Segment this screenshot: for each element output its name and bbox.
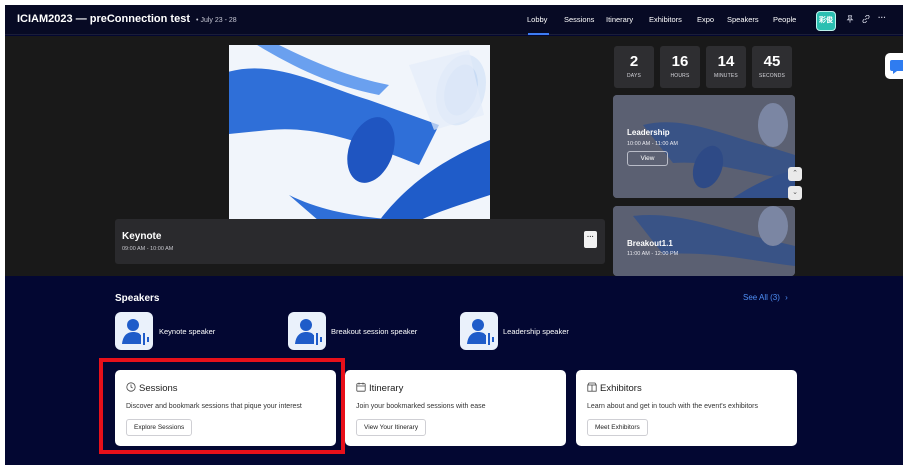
upcoming-session-leadership[interactable]: Leadership 10:00 AM - 11:00 AM View [613, 95, 795, 198]
speaker-icon [467, 319, 494, 345]
upcoming-session-breakout[interactable]: Breakout1.1 11:00 AM - 12:00 PM [613, 206, 795, 276]
leadership-view-button[interactable]: View [627, 151, 668, 166]
nav-itinerary[interactable]: Itinerary [606, 15, 633, 24]
nav-lobby[interactable]: Lobby [527, 15, 547, 24]
countdown-hours-value: 16 [671, 53, 689, 70]
nav-sessions[interactable]: Sessions [564, 15, 594, 24]
breakout-time: 11:00 AM - 12:00 PM [627, 251, 679, 257]
itinerary-title-text: Itinerary [369, 383, 404, 394]
exhibitors-card: Exhibitors Learn about and get in touch … [576, 370, 797, 446]
speaker-icon [122, 319, 149, 345]
more-icon[interactable]: ··· [878, 13, 886, 22]
scroll-up-button[interactable]: ⌃ [788, 167, 802, 181]
speaker-name[interactable]: Breakout session speaker [331, 327, 417, 336]
nav-people[interactable]: People [773, 15, 796, 24]
countdown-seconds: 45 SECONDS [752, 46, 792, 88]
countdown-minutes-label: MINUTES [714, 73, 738, 79]
stage-video[interactable] [229, 45, 490, 221]
chat-button[interactable] [885, 53, 903, 79]
highlight-box [99, 358, 345, 454]
event-title[interactable]: ICIAM2023 — preConnection test • July 23… [17, 13, 237, 25]
leadership-title: Leadership [627, 128, 670, 137]
speakers-heading: Speakers [115, 293, 160, 304]
exhibitors-card-title: Exhibitors [587, 382, 642, 394]
speaker-avatar-keynote[interactable] [115, 312, 153, 350]
countdown-seconds-label: SECONDS [758, 73, 786, 79]
active-tab-indicator [528, 33, 549, 35]
pin-icon[interactable] [846, 15, 854, 25]
countdown-hours: 16 HOURS [660, 46, 700, 88]
view-itinerary-button[interactable]: View Your Itinerary [356, 419, 427, 436]
event-title-text: ICIAM2023 — preConnection test [17, 13, 190, 25]
chevron-right-icon: › [785, 293, 788, 302]
calendar-icon [356, 382, 366, 392]
exhibitors-title-text: Exhibitors [600, 383, 642, 394]
event-dates: • July 23 - 28 [196, 17, 237, 24]
scroll-down-button[interactable]: ⌄ [788, 186, 802, 200]
link-icon[interactable] [862, 14, 870, 25]
countdown-days: 2 DAYS [614, 46, 654, 88]
countdown-days-value: 2 [629, 53, 639, 70]
top-navigation-bar: ICIAM2023 — preConnection test • July 23… [5, 5, 903, 35]
nav-speakers[interactable]: Speakers [727, 15, 759, 24]
stage-artwork [229, 45, 490, 221]
speaker-avatar-breakout[interactable] [288, 312, 326, 350]
countdown-minutes: 14 MINUTES [706, 46, 746, 88]
keynote-title: Keynote [122, 231, 162, 242]
itinerary-card: Itinerary Join your bookmarked sessions … [345, 370, 566, 446]
countdown-days-label: DAYS [626, 73, 642, 79]
keynote-info-bar: Keynote 09:00 AM - 10:00 AM ··· [115, 219, 605, 264]
see-all-speakers-link[interactable]: See All (3) › [743, 293, 788, 302]
speaker-name[interactable]: Leadership speaker [503, 327, 569, 336]
user-avatar[interactable]: 彩俊 [816, 11, 836, 31]
keynote-time: 09:00 AM - 10:00 AM [122, 246, 174, 252]
speaker-avatar-leadership[interactable] [460, 312, 498, 350]
chat-icon [890, 60, 903, 74]
countdown-minutes-value: 14 [717, 53, 735, 70]
nav-expo[interactable]: Expo [697, 15, 714, 24]
itinerary-card-description: Join your bookmarked sessions with ease [356, 403, 486, 410]
booth-icon [587, 382, 597, 392]
countdown-seconds-value: 45 [763, 53, 781, 70]
itinerary-card-title: Itinerary [356, 382, 403, 394]
speaker-name[interactable]: Keynote speaker [159, 327, 215, 336]
nav-exhibitors[interactable]: Exhibitors [649, 15, 682, 24]
leadership-time: 10:00 AM - 11:00 AM [627, 141, 678, 147]
meet-exhibitors-button[interactable]: Meet Exhibitors [587, 419, 648, 436]
stage-area: Keynote 09:00 AM - 10:00 AM ··· 2 DAYS 1… [5, 36, 903, 276]
keynote-more-button[interactable]: ··· [584, 231, 597, 248]
speaker-icon [295, 319, 322, 345]
countdown-hours-label: HOURS [670, 73, 690, 79]
see-all-label: See All (3) [743, 293, 780, 302]
breakout-title: Breakout1.1 [627, 239, 673, 248]
exhibitors-card-description: Learn about and get in touch with the ev… [587, 403, 759, 410]
